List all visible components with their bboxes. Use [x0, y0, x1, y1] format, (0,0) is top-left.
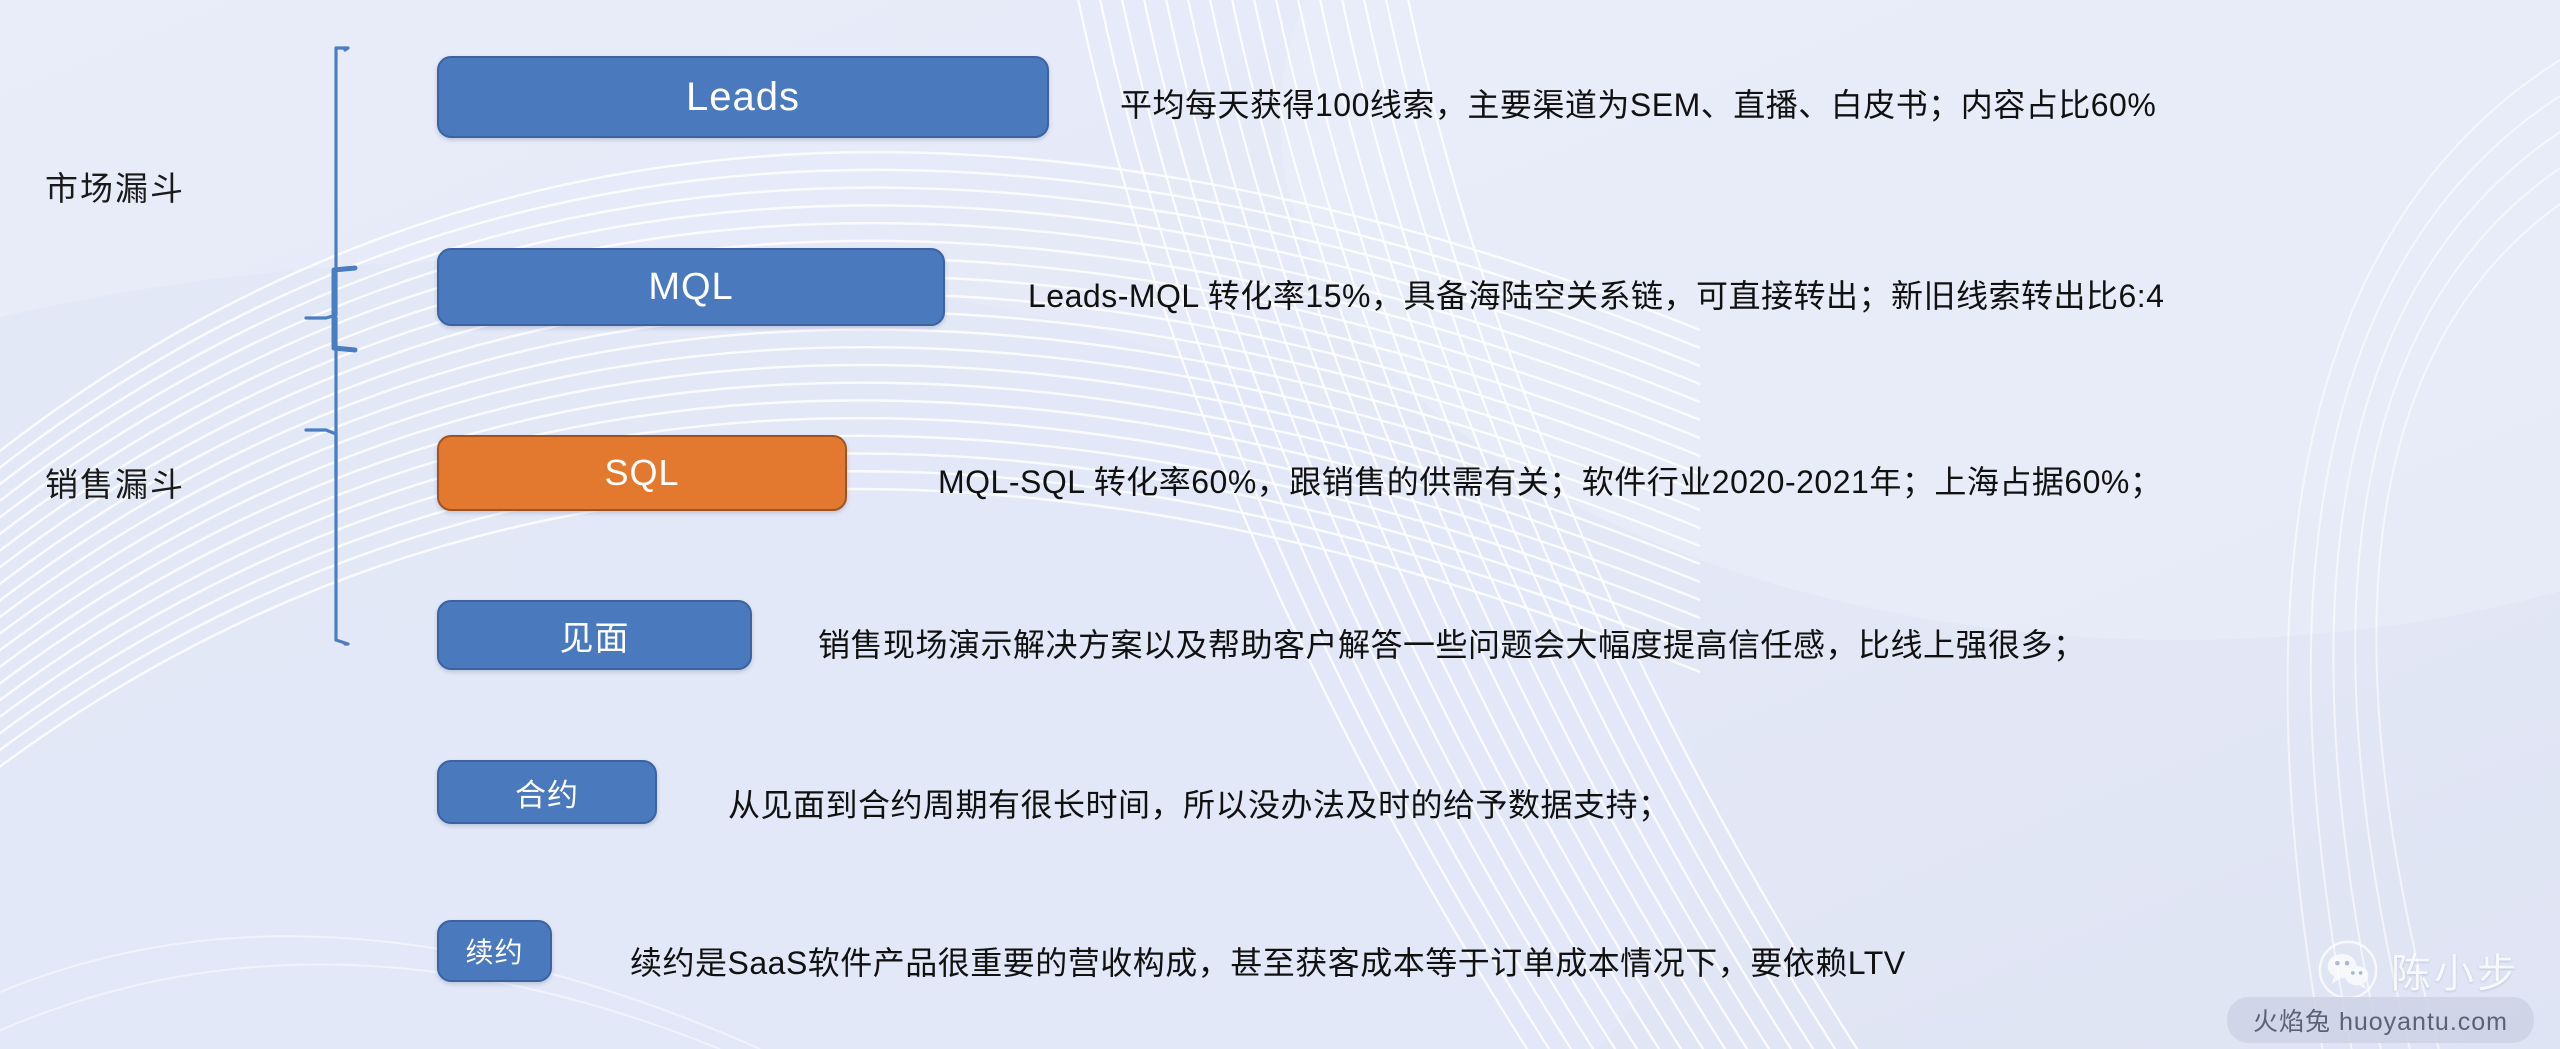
- stage-box-leads[interactable]: Leads: [437, 56, 1049, 138]
- stage-description-renewal: 续约是SaaS软件产品很重要的营收构成，甚至获客成本等于订单成本情况下，要依赖L…: [630, 945, 1906, 981]
- stage-box-sql[interactable]: SQL: [437, 435, 847, 511]
- stage-box-mql[interactable]: MQL: [437, 248, 945, 326]
- stage-label-contract: 合约: [515, 777, 579, 813]
- stage-box-contract[interactable]: 合约: [437, 760, 657, 824]
- stage-label-meeting: 见面: [559, 619, 630, 658]
- stage-label-renewal: 续约: [465, 937, 524, 968]
- stage-description-contract: 从见面到合约周期有很长时间，所以没办法及时的给予数据支持；: [728, 787, 1671, 823]
- stage-description-mql: Leads-MQL 转化率15%，具备海陆空关系链，可直接转出；新旧线索转出比6…: [1028, 278, 2165, 314]
- stage-description-sql: MQL-SQL 转化率60%，跟销售的供需有关；软件行业2020-2021年；上…: [938, 464, 2163, 500]
- bracket-market: [304, 46, 350, 480]
- stage-label-mql: MQL: [648, 265, 734, 308]
- stage-box-meeting[interactable]: 见面: [437, 600, 752, 670]
- stage-description-leads: 平均每天获得100线索，主要渠道为SEM、直播、白皮书；内容占比60%: [1120, 87, 2157, 123]
- wechat-icon: [2318, 940, 2378, 1000]
- watermark-badge: 火焰兔 huoyantu.com: [2227, 997, 2534, 1043]
- stage-description-meeting: 销售现场演示解决方案以及帮助客户解答一些问题会大幅度提高信任感，比线上强很多；: [818, 627, 2086, 663]
- stage-label-sql: SQL: [604, 452, 680, 493]
- watermark-name: 陈小步: [2391, 952, 2520, 996]
- funnel-brackets: [304, 46, 358, 646]
- stage-label-leads: Leads: [686, 74, 800, 119]
- stage-box-renewal[interactable]: 续约: [437, 920, 552, 982]
- watermark: 陈小步: [2317, 939, 2520, 1001]
- bracket-sales: [304, 428, 350, 646]
